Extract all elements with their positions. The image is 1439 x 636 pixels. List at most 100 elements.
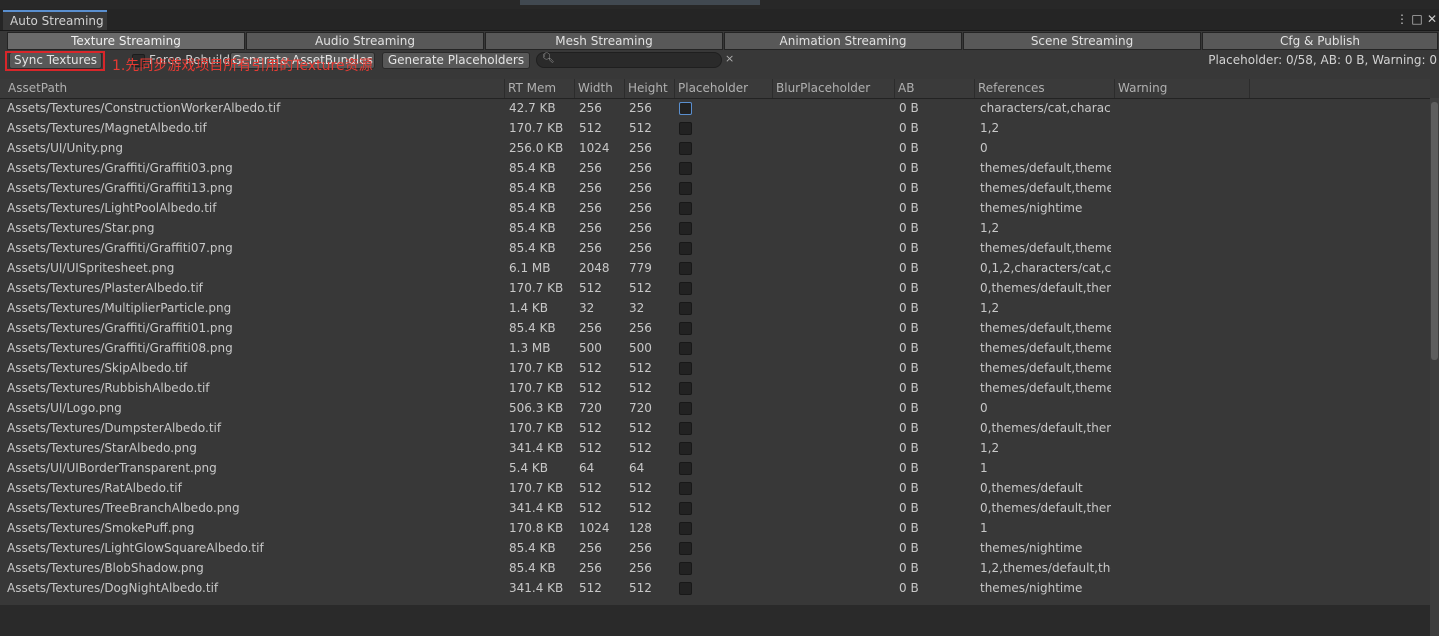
cell-h: 256 [629, 541, 652, 555]
placeholder-checkbox[interactable] [679, 422, 692, 435]
generate-placeholders-button[interactable]: Generate Placeholders [382, 52, 530, 69]
table-row[interactable]: Assets/Textures/Graffiti/Graffiti03.png 8… [0, 158, 1430, 178]
table-row[interactable]: Assets/Textures/StarAlbedo.png 341.4 KB 51… [0, 438, 1430, 458]
vertical-scrollbar[interactable] [1430, 98, 1439, 636]
cell-refs: 1,2 [980, 301, 1000, 315]
placeholder-checkbox[interactable] [679, 482, 692, 495]
column-header-height[interactable]: Height [625, 79, 675, 98]
table-row[interactable]: Assets/Textures/DogNightAlbedo.tif 341.4 … [0, 578, 1430, 598]
placeholder-checkbox[interactable] [679, 202, 692, 215]
table-row[interactable]: Assets/Textures/Graffiti/Graffiti08.png 1… [0, 338, 1430, 358]
cell-refs: themes/default,themes/ [980, 321, 1111, 335]
table-row[interactable]: Assets/Textures/PlasterAlbedo.tif 170.7 K… [0, 278, 1430, 298]
cell-w: 256 [579, 221, 602, 235]
cell-w: 500 [579, 341, 602, 355]
search-input[interactable] [536, 52, 722, 68]
cell-h: 256 [629, 241, 652, 255]
cell-path: Assets/Textures/Graffiti/Graffiti01.png [7, 321, 233, 335]
table-row[interactable]: Assets/Textures/LightPoolAlbedo.tif 85.4 … [0, 198, 1430, 218]
table-row[interactable]: Assets/Textures/SmokePuff.png 170.8 KB 102… [0, 518, 1430, 538]
placeholder-checkbox[interactable] [679, 362, 692, 375]
table-row[interactable]: Assets/Textures/DumpsterAlbedo.tif 170.7 … [0, 418, 1430, 438]
placeholder-checkbox[interactable] [679, 302, 692, 315]
cell-ab: 0 B [899, 101, 919, 115]
placeholder-checkbox[interactable] [679, 442, 692, 455]
cell-refs: 0,themes/default,theme [980, 281, 1111, 295]
table-row[interactable]: Assets/UI/UISpritesheet.png 6.1 MB 2048 779… [0, 258, 1430, 278]
tab-texture-streaming[interactable]: Texture Streaming [7, 32, 245, 50]
tab-cfg-publish[interactable]: Cfg & Publish [1202, 32, 1438, 50]
table-row[interactable]: Assets/Textures/BlobShadow.png 85.4 KB 256… [0, 558, 1430, 578]
placeholder-checkbox[interactable] [679, 542, 692, 555]
table-row[interactable]: Assets/Textures/Graffiti/Graffiti07.png 8… [0, 238, 1430, 258]
placeholder-checkbox[interactable] [679, 382, 692, 395]
table-row[interactable]: Assets/Textures/RatAlbedo.tif 170.7 KB 512… [0, 478, 1430, 498]
column-header-warning[interactable]: Warning [1115, 79, 1250, 98]
cell-refs: 0 [980, 141, 988, 155]
column-header-placeholder[interactable]: Placeholder [675, 79, 773, 98]
placeholder-checkbox[interactable] [679, 182, 692, 195]
column-header-blurplaceholder[interactable]: BlurPlaceholder [773, 79, 895, 98]
placeholder-checkbox[interactable] [679, 562, 692, 575]
cell-path: Assets/Textures/Graffiti/Graffiti07.png [7, 241, 233, 255]
placeholder-checkbox[interactable] [679, 282, 692, 295]
cell-refs: themes/default,themes/ [980, 361, 1111, 375]
cell-h: 256 [629, 141, 652, 155]
cell-warning [1119, 258, 1249, 278]
cell-warning [1119, 318, 1249, 338]
placeholder-checkbox[interactable] [679, 342, 692, 355]
close-icon[interactable]: ✕ [1424, 10, 1439, 28]
maximize-icon[interactable]: □ [1409, 10, 1425, 28]
table-row[interactable]: Assets/Textures/LightGlowSquareAlbedo.ti… [0, 538, 1430, 558]
sync-textures-button[interactable]: Sync Textures [9, 52, 102, 69]
column-header-references[interactable]: References [975, 79, 1115, 98]
cell-warning [1119, 358, 1249, 378]
table-row[interactable]: Assets/UI/UIBorderTransparent.png 5.4 KB 6… [0, 458, 1430, 478]
table-row[interactable]: Assets/Textures/MagnetAlbedo.tif 170.7 KB… [0, 118, 1430, 138]
tab-audio-streaming[interactable]: Audio Streaming [246, 32, 484, 50]
placeholder-checkbox[interactable] [679, 262, 692, 275]
placeholder-checkbox[interactable] [679, 522, 692, 535]
search-clear-icon[interactable]: × [725, 52, 734, 65]
placeholder-checkbox[interactable] [679, 222, 692, 235]
placeholder-checkbox[interactable] [679, 242, 692, 255]
annotation-note: 1.先同步游戏项目所有引用的Texture资源 [112, 58, 373, 74]
table-row[interactable]: Assets/UI/Unity.png 256.0 KB 1024 256 0 B 0 [0, 138, 1430, 158]
column-header-rt-mem[interactable]: RT Mem [505, 79, 575, 98]
cell-refs: 0,themes/default,theme [980, 501, 1111, 515]
placeholder-checkbox[interactable] [679, 122, 692, 135]
cell-w: 64 [579, 461, 595, 475]
table-row[interactable]: Assets/Textures/TreeBranchAlbedo.png 341.… [0, 498, 1430, 518]
column-header-assetpath[interactable]: AssetPath [5, 79, 505, 98]
column-header-width[interactable]: Width [575, 79, 625, 98]
table-row[interactable]: Assets/Textures/RubbishAlbedo.tif 170.7 K… [0, 378, 1430, 398]
placeholder-checkbox[interactable] [679, 142, 692, 155]
tab-animation-streaming[interactable]: Animation Streaming [724, 32, 962, 50]
table-row[interactable]: Assets/UI/Logo.png 506.3 KB 720 720 0 B 0 [0, 398, 1430, 418]
placeholder-checkbox[interactable] [679, 402, 692, 415]
table-row[interactable]: Assets/Textures/Star.png 85.4 KB 256 256 0 B… [0, 218, 1430, 238]
cell-refs: themes/default,themes/ [980, 161, 1111, 175]
cell-h: 64 [629, 461, 645, 475]
scrollbar-thumb[interactable] [1431, 102, 1438, 360]
placeholder-checkbox[interactable] [679, 322, 692, 335]
table-row[interactable]: Assets/Textures/ConstructionWorkerAlbedo… [0, 98, 1430, 118]
placeholder-checkbox[interactable] [679, 502, 692, 515]
table-row[interactable]: Assets/Textures/Graffiti/Graffiti01.png 8… [0, 318, 1430, 338]
kebab-menu-icon[interactable]: ⋮ [1394, 10, 1410, 28]
placeholder-checkbox[interactable] [679, 102, 692, 115]
window-tab-auto-streaming[interactable]: Auto Streaming [3, 10, 107, 30]
column-header-ab[interactable]: AB [895, 79, 975, 98]
cell-h: 512 [629, 481, 652, 495]
placeholder-checkbox[interactable] [679, 162, 692, 175]
cell-warning [1119, 578, 1249, 598]
cell-ab: 0 B [899, 241, 919, 255]
placeholder-checkbox[interactable] [679, 582, 692, 595]
table-row[interactable]: Assets/Textures/MultiplierParticle.png 1.… [0, 298, 1430, 318]
table-row[interactable]: Assets/Textures/SkipAlbedo.tif 170.7 KB 51… [0, 358, 1430, 378]
table-row[interactable]: Assets/Textures/Graffiti/Graffiti13.png 8… [0, 178, 1430, 198]
tab-scene-streaming[interactable]: Scene Streaming [963, 32, 1201, 50]
tab-mesh-streaming[interactable]: Mesh Streaming [485, 32, 723, 50]
cell-refs: 1,2 [980, 221, 1000, 235]
placeholder-checkbox[interactable] [679, 462, 692, 475]
